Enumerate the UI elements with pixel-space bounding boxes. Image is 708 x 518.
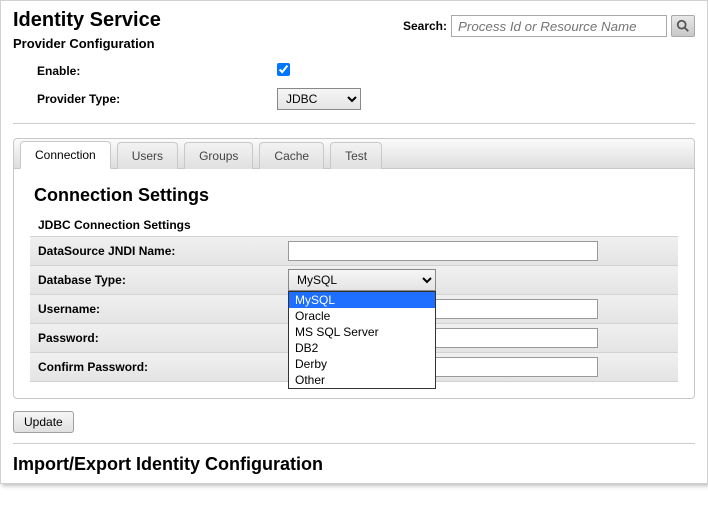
import-export-title: Import/Export Identity Configuration <box>13 454 695 475</box>
page-title: Identity Service <box>13 9 161 32</box>
dbtype-label: Database Type: <box>38 273 288 287</box>
search-area: Search: <box>403 15 695 37</box>
jdbc-subhead: JDBC Connection Settings <box>38 218 678 232</box>
dbtype-select[interactable]: MySQL <box>288 269 436 291</box>
connection-title: Connection Settings <box>34 185 678 206</box>
header-row: Identity Service Provider Configuration … <box>13 9 695 57</box>
dbtype-select-wrap: MySQL MySQL Oracle MS SQL Server DB2 Der… <box>288 269 436 291</box>
header-left: Identity Service Provider Configuration <box>13 9 161 57</box>
tab-test[interactable]: Test <box>330 142 382 169</box>
search-icon <box>676 19 690 33</box>
page-container: Identity Service Provider Configuration … <box>0 0 708 484</box>
enable-checkbox[interactable] <box>277 63 290 76</box>
divider <box>13 123 695 124</box>
dbtype-option-derby[interactable]: Derby <box>289 356 435 372</box>
update-button[interactable]: Update <box>13 411 74 433</box>
username-label: Username: <box>38 302 288 316</box>
tab-bar: Connection Users Groups Cache Test <box>14 139 694 169</box>
tab-body: Connection Settings JDBC Connection Sett… <box>14 169 694 398</box>
confirm-password-label: Confirm Password: <box>38 360 288 374</box>
dbtype-row: Database Type: MySQL MySQL Oracle MS SQL… <box>30 265 678 295</box>
provider-type-select[interactable]: JDBC <box>277 88 361 110</box>
provider-type-row: Provider Type: JDBC <box>13 85 695 113</box>
tab-connection[interactable]: Connection <box>20 141 111 169</box>
jndi-row: DataSource JNDI Name: <box>30 236 678 266</box>
enable-label: Enable: <box>37 64 277 78</box>
dbtype-option-db2[interactable]: DB2 <box>289 340 435 356</box>
jndi-input[interactable] <box>288 241 598 261</box>
dbtype-option-mssql[interactable]: MS SQL Server <box>289 324 435 340</box>
dbtype-option-oracle[interactable]: Oracle <box>289 308 435 324</box>
tab-users[interactable]: Users <box>117 142 178 169</box>
password-label: Password: <box>38 331 288 345</box>
tab-cache[interactable]: Cache <box>259 142 324 169</box>
search-label: Search: <box>403 19 447 33</box>
search-button[interactable] <box>671 15 695 37</box>
jndi-label: DataSource JNDI Name: <box>38 244 288 258</box>
provider-type-label: Provider Type: <box>37 92 277 106</box>
tabs-panel: Connection Users Groups Cache Test Conne… <box>13 138 695 399</box>
divider-2 <box>13 443 695 444</box>
dbtype-dropdown[interactable]: MySQL Oracle MS SQL Server DB2 Derby Oth… <box>288 291 436 389</box>
search-input[interactable] <box>451 15 667 37</box>
enable-row: Enable: <box>13 57 695 85</box>
dbtype-option-mysql[interactable]: MySQL <box>289 292 435 308</box>
tab-groups[interactable]: Groups <box>184 142 253 169</box>
dbtype-option-other[interactable]: Other <box>289 372 435 388</box>
section-label: Provider Configuration <box>13 36 161 51</box>
